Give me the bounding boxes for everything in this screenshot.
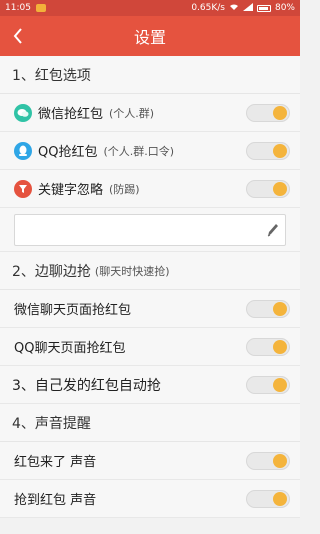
row-wechat-grab: 微信抢红包 (个人.群) [0, 94, 300, 132]
row-label: 微信抢红包 [38, 107, 104, 122]
keyword-input-row [0, 208, 300, 252]
settings-list: 1、红包选项 微信抢红包 (个人.群) QQ抢红包 (个人.群.口令) 关键字忽… [0, 56, 300, 518]
row-label: 微信聊天页面抢红包 [14, 303, 132, 318]
section-sound-alerts: 4、声音提醒 [0, 404, 300, 442]
qq-icon [14, 141, 32, 160]
row-self-auto-grab: 3、自己发的红包自动抢 [0, 366, 300, 404]
qq-chat-grab-toggle[interactable] [246, 337, 290, 356]
page-title: 设置 [133, 28, 166, 47]
battery-icon [256, 4, 271, 12]
row-qq-grab: QQ抢红包 (个人.群.口令) [0, 132, 300, 170]
row-qq-chat-grab: QQ聊天页面抢红包 [0, 328, 300, 366]
wifi-icon [229, 3, 239, 14]
row-hint: (防踢) [109, 182, 140, 196]
toggle-knob [273, 377, 287, 392]
sound-arrive-toggle[interactable] [246, 451, 290, 470]
section-hint: (聊天时快速抢) [94, 264, 170, 278]
section-chat-grab: 2、边聊边抢 (聊天时快速抢) [0, 252, 300, 290]
row-label: QQ聊天页面抢红包 [14, 341, 126, 356]
toggle-knob [273, 105, 287, 120]
sound-grab-toggle[interactable] [246, 489, 290, 508]
wechat-grab-toggle[interactable] [246, 103, 290, 122]
row-sound-arrive: 红包来了 声音 [0, 442, 300, 480]
toggle-knob [273, 181, 287, 196]
row-label: 关键字忽略 [38, 183, 104, 198]
row-label: 红包来了 声音 [14, 455, 97, 470]
section-title: 4、声音提醒 [12, 415, 91, 432]
pencil-icon[interactable] [265, 221, 281, 239]
wechat-chat-grab-toggle[interactable] [246, 299, 290, 318]
section-red-packet-options: 1、红包选项 [0, 56, 300, 94]
section-title: 2、边聊边抢 [12, 263, 91, 280]
row-hint: (个人.群) [109, 106, 155, 120]
toggle-knob [273, 491, 287, 506]
wechat-icon [14, 103, 32, 122]
filter-icon [14, 179, 32, 198]
toggle-knob [273, 339, 287, 354]
row-hint: (个人.群.口令) [103, 144, 175, 158]
self-auto-grab-toggle[interactable] [246, 375, 290, 394]
signal-icon [242, 2, 253, 14]
toggle-knob [273, 143, 287, 158]
row-keyword-ignore: 关键字忽略 (防踢) [0, 170, 300, 208]
row-wechat-chat-grab: 微信聊天页面抢红包 [0, 290, 300, 328]
toggle-knob [273, 301, 287, 316]
notification-app-icon [35, 4, 46, 12]
keyword-input[interactable] [14, 214, 286, 246]
status-time: 11:05 [5, 3, 31, 13]
qq-grab-toggle[interactable] [246, 141, 290, 160]
row-sound-grab: 抢到红包 声音 [0, 480, 300, 518]
title-bar: 设置 [0, 16, 300, 56]
toggle-knob [273, 453, 287, 468]
row-label: 抢到红包 声音 [14, 493, 97, 508]
battery-level: 80% [274, 3, 295, 13]
status-right: 0.65K/s 80% [191, 2, 295, 14]
row-label: QQ抢红包 [38, 145, 98, 160]
keyword-ignore-toggle[interactable] [246, 179, 290, 198]
network-speed: 0.65K/s [191, 3, 225, 13]
section-title: 3、自己发的红包自动抢 [12, 377, 161, 394]
back-button[interactable] [8, 24, 28, 48]
status-bar: 11:05 0.65K/s 80% [0, 0, 300, 16]
section-title: 1、红包选项 [12, 67, 91, 84]
back-arrow-icon [13, 28, 22, 44]
